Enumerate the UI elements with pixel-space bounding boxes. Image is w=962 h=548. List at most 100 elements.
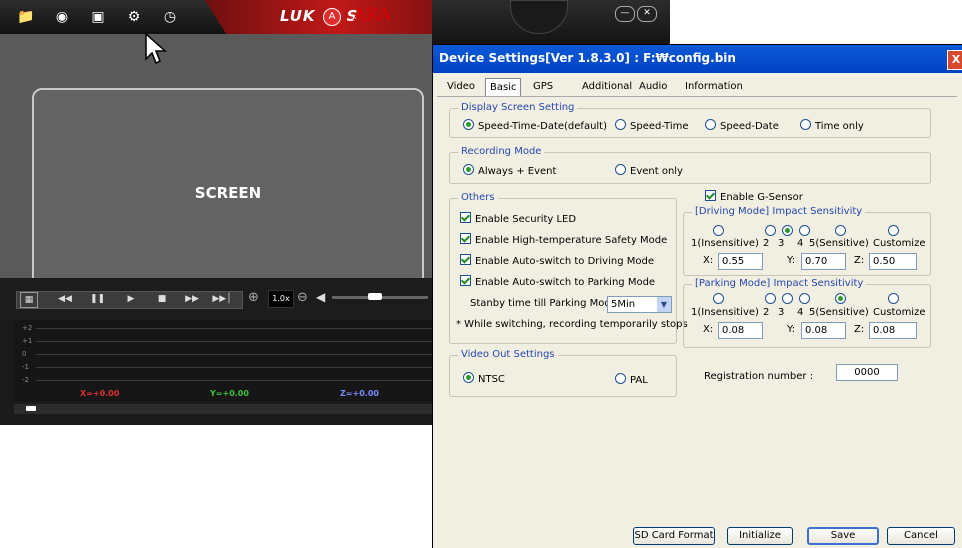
video-screen[interactable]: SCREEN [32,88,424,300]
checkbox[interactable] [460,212,471,223]
cancel-button[interactable]: Cancel [887,527,955,545]
save-icon[interactable]: ▣ [88,8,108,26]
driving-radio-1[interactable] [713,225,724,236]
standby-label: Stanby time till Parking Mode [470,298,617,309]
driving-y-field[interactable]: 0.70 [801,253,846,270]
driving-x-field[interactable]: 0.55 [718,253,763,270]
checkbox[interactable] [460,254,471,265]
driving-z-field[interactable]: 0.50 [869,253,917,270]
parking-radio-1[interactable] [713,293,724,304]
graph-x-value: X=+0.00 [80,389,120,398]
tab-gps[interactable]: GPS [529,78,557,95]
gear-icon[interactable]: ⚙ [124,8,144,26]
parking-radio-2[interactable] [765,293,776,304]
radio-ntsc[interactable]: NTSC [463,372,505,386]
fast-forward-icon[interactable]: ▶▶ [185,292,199,306]
clock-icon[interactable]: ◷ [160,8,180,26]
group-title: Others [458,192,498,203]
radio-dot[interactable] [705,119,716,130]
dialog-title: Device Settings[Ver 1.8.3.0] : F:₩config… [439,51,736,65]
radio-dot[interactable] [615,373,626,384]
registration-number-field[interactable]: 0000 [836,364,898,381]
play-icon[interactable]: ▶ [124,292,138,306]
save-button[interactable]: Save [807,527,879,545]
radio-always-event[interactable]: Always + Event [463,164,556,178]
graph-scrollbar[interactable] [14,404,432,414]
fit-icon[interactable]: ▦ [20,292,38,308]
mouse-cursor-icon [145,33,167,65]
pause-icon[interactable]: ❚❚ [90,292,105,306]
zoom-in-icon[interactable]: ⊕ [248,290,259,305]
radio-dot[interactable] [615,119,626,130]
radio-label: PAL [630,375,648,386]
parking-radio-4[interactable] [799,293,810,304]
radio-dot[interactable] [615,164,626,175]
radio-dot[interactable] [463,372,474,383]
checkbox-label: Enable Security LED [475,214,577,225]
check-high-temp-safety[interactable]: Enable High-temperature Safety Mode [460,233,667,247]
radio-pal[interactable]: PAL [615,373,648,387]
close-icon[interactable]: ✕ [637,6,657,22]
driving-radio-4[interactable] [799,225,810,236]
parking-radio-5[interactable] [835,293,846,304]
tab-basic[interactable]: Basic [485,78,522,96]
checkbox[interactable] [705,190,716,201]
folder-icon[interactable]: 📁 [16,8,36,26]
camera-icon[interactable]: ◉ [52,8,72,26]
dialog-close-button[interactable]: X [947,50,962,70]
volume-knob[interactable] [368,293,383,300]
driving-radio-2[interactable] [765,225,776,236]
standby-time-value: 5Min [611,299,636,310]
parking-radio-customize[interactable] [888,293,899,304]
graph-y-label: -1 [22,363,29,371]
driving-radio-5[interactable] [835,225,846,236]
checkbox[interactable] [460,233,471,244]
driving-radio-customize[interactable] [888,225,899,236]
graph-z-value: Z=+0.00 [340,389,379,398]
radio-dot[interactable] [463,164,474,175]
check-enable-gsensor[interactable]: Enable G-Sensor [705,190,803,204]
graph-y-label: +1 [22,337,33,345]
tab-divider [437,96,957,97]
radio-speed-date[interactable]: Speed-Date [705,119,779,133]
radio-event-only[interactable]: Event only [615,164,683,178]
speaker-icon[interactable]: ◀ [316,290,325,304]
tab-audio[interactable]: Audio [635,78,671,95]
zoom-out-icon[interactable]: ⊖ [297,290,308,305]
initialize-button[interactable]: Initialize [727,527,793,545]
radio-time-only[interactable]: Time only [800,119,864,133]
skip-forward-icon[interactable]: ▶▶│ [212,292,232,306]
rewind-icon[interactable]: ◀◀ [58,292,72,306]
parking-scale-1: 1(Insensitive) [691,307,759,318]
radio-dot[interactable] [463,119,474,130]
radio-dot[interactable] [800,119,811,130]
parking-x-field[interactable]: 0.08 [718,322,763,339]
tab-additional[interactable]: Additional [578,78,636,95]
standby-time-select[interactable]: 5Min ▼ [607,296,672,313]
tab-information[interactable]: Information [681,78,747,95]
tab-video[interactable]: Video [443,78,479,95]
group-title: [Driving Mode] Impact Sensitivity [692,206,866,217]
driving-radio-3[interactable] [782,225,793,236]
check-auto-driving[interactable]: Enable Auto-switch to Driving Mode [460,254,654,268]
radio-speed-time[interactable]: Speed-Time [615,119,689,133]
driving-scale-customize: Customize [873,238,926,249]
checkbox-label: Enable G-Sensor [720,192,803,203]
graph-scroll-thumb[interactable] [26,406,36,411]
parking-y-field[interactable]: 0.08 [801,322,846,339]
parking-scale-customize: Customize [873,307,926,318]
registration-label: Registration number : [704,371,814,382]
parking-radio-3[interactable] [782,293,793,304]
checkbox[interactable] [460,275,471,286]
graph-gridline [36,328,432,329]
minimize-button[interactable]: — [615,6,635,22]
stop-icon[interactable]: ■ [155,292,169,306]
radio-label: Speed-Time-Date(default) [478,121,608,132]
parking-z-field[interactable]: 0.08 [869,322,917,339]
sd-card-format-button[interactable]: SD Card Format [633,527,715,545]
zoom-level: 1.0x [268,290,294,308]
check-security-led[interactable]: Enable Security LED [460,212,576,226]
chevron-down-icon[interactable]: ▼ [657,297,671,312]
check-auto-parking[interactable]: Enable Auto-switch to Parking Mode [460,275,655,289]
radio-speed-time-date[interactable]: Speed-Time-Date(default) [463,119,607,133]
